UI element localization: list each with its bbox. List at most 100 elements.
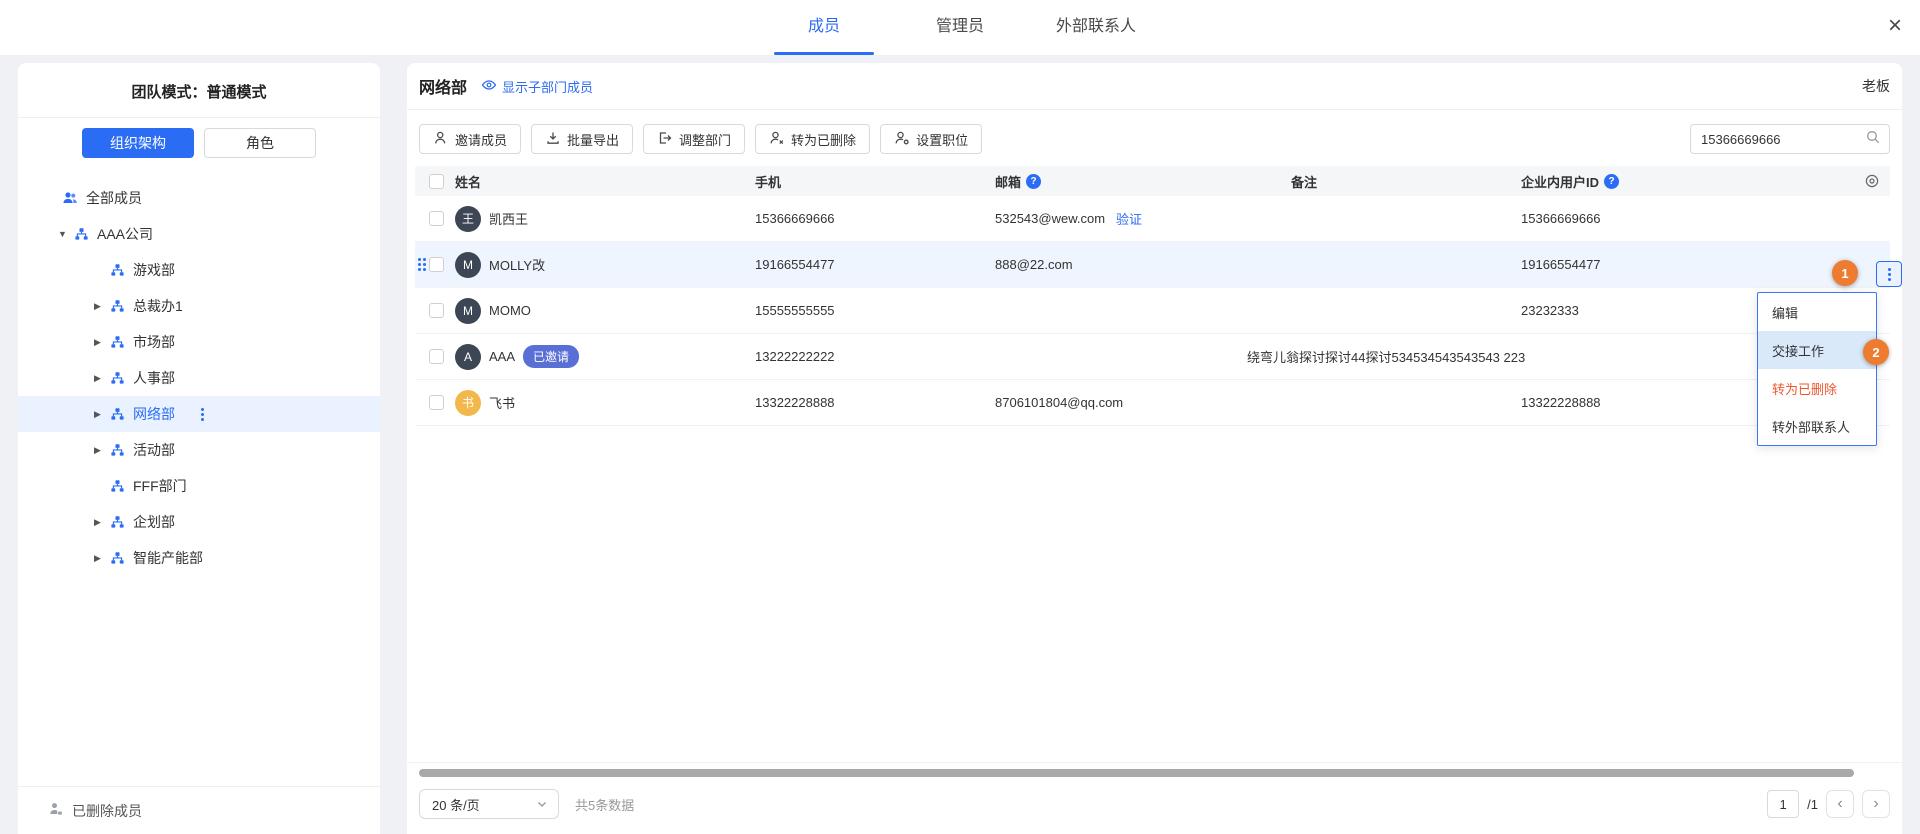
member-remark: 绕弯儿翁探讨探讨44探讨534534543543543 223 (1247, 347, 1517, 366)
show-sub-dept-toggle[interactable]: 显示子部门成员 (481, 77, 593, 96)
row-checkbox[interactable] (429, 211, 444, 226)
tree-node-planning-dept[interactable]: ▶ 企划部 (18, 504, 380, 540)
tab-members[interactable]: 成员 (774, 0, 874, 55)
move-to-deleted-button[interactable]: 转为已删除 (755, 124, 870, 154)
tree-node-game-dept[interactable]: 游戏部 (18, 252, 380, 288)
col-remark: 备注 (1247, 172, 1517, 191)
verify-link[interactable]: 验证 (1116, 209, 1142, 228)
more-options-icon[interactable] (201, 408, 204, 421)
caret-right-icon[interactable]: ▶ (94, 301, 110, 312)
select-all-checkbox[interactable] (429, 174, 444, 189)
sidebar-item-all-members[interactable]: 全部成员 (18, 180, 380, 216)
tree-node-activity-dept[interactable]: ▶ 活动部 (18, 432, 380, 468)
tree-label: FFF部门 (133, 476, 187, 496)
search-icon[interactable] (1865, 129, 1881, 150)
chevron-down-icon (536, 798, 548, 810)
table-row: 王 凯西王 15366669666 532543@wew.com 验证 1536… (415, 196, 1890, 242)
department-title: 网络部 (419, 74, 467, 98)
col-email-label: 邮箱 (995, 172, 1021, 191)
help-icon[interactable]: ? (1604, 174, 1619, 189)
member-name: MOMO (489, 303, 531, 318)
set-position-button[interactable]: 设置职位 (880, 124, 982, 154)
caret-right-icon[interactable]: ▶ (94, 409, 110, 420)
tree-node-aaa-company[interactable]: ▼ AAA公司 (18, 216, 380, 252)
help-icon[interactable]: ? (1026, 174, 1041, 189)
tab-external-contacts[interactable]: 外部联系人 (1046, 0, 1146, 55)
tree-label: 活动部 (133, 440, 175, 460)
team-mode-title: 团队模式：普通模式 (18, 63, 380, 118)
member-name: MOLLY改 (489, 255, 545, 274)
caret-right-icon[interactable]: ▶ (94, 337, 110, 348)
role-button[interactable]: 角色 (204, 128, 316, 158)
row-more-actions-button[interactable] (1876, 261, 1902, 287)
caret-right-icon[interactable]: ▶ (94, 553, 110, 564)
member-name: 飞书 (489, 393, 515, 412)
row-checkbox[interactable] (429, 349, 444, 364)
button-label: 设置职位 (916, 130, 968, 149)
prev-page-button[interactable]: ‹ (1826, 790, 1854, 818)
menu-item-move-to-deleted[interactable]: 转为已删除 (1758, 369, 1876, 407)
search-input[interactable] (1701, 132, 1865, 147)
member-search-box (1690, 124, 1890, 154)
tree-node-hr-dept[interactable]: ▶ 人事部 (18, 360, 380, 396)
tree-node-network-dept[interactable]: ▶ 网络部 (18, 396, 380, 432)
department-icon (110, 299, 125, 314)
page-size-select[interactable]: 20 条/页 (419, 789, 559, 819)
button-label: 邀请成员 (455, 130, 507, 149)
tree-label: 智能产能部 (133, 548, 203, 568)
menu-item-edit[interactable]: 编辑 (1758, 293, 1876, 331)
member-email-cell: 8706101804@qq.com (987, 395, 1247, 410)
horizontal-scrollbar[interactable] (419, 769, 1854, 777)
batch-export-button[interactable]: 批量导出 (531, 124, 633, 154)
department-icon (110, 443, 125, 458)
drag-handle-icon[interactable] (418, 258, 426, 271)
page-number-input[interactable] (1767, 790, 1799, 818)
department-icon (110, 263, 125, 278)
col-user-id-label: 企业内用户ID (1521, 172, 1599, 191)
deleted-members-entry[interactable]: 已删除成员 (18, 786, 380, 834)
tutorial-step-badge-1: 1 (1832, 260, 1858, 286)
avatar: M (455, 298, 481, 324)
tree-node-market-dept[interactable]: ▶ 市场部 (18, 324, 380, 360)
column-settings-icon[interactable] (1807, 173, 1890, 189)
next-page-button[interactable]: › (1862, 790, 1890, 818)
member-phone: 13322228888 (747, 395, 987, 410)
row-checkbox[interactable] (429, 395, 444, 410)
avatar: 王 (455, 206, 481, 232)
col-phone: 手机 (747, 172, 987, 191)
avatar: A (455, 344, 481, 370)
adjust-department-button[interactable]: 调整部门 (643, 124, 745, 154)
member-phone: 15555555555 (747, 303, 987, 318)
table-row: M MOLLY改 19166554477 888@22.com 19166554… (415, 242, 1890, 288)
invited-status-badge: 已邀请 (523, 345, 579, 368)
tree-node-fff-dept[interactable]: FFF部门 (18, 468, 380, 504)
tab-admins[interactable]: 管理员 (910, 0, 1010, 55)
caret-down-icon[interactable]: ▼ (58, 229, 74, 239)
tree-node-smart-capacity-dept[interactable]: ▶ 智能产能部 (18, 540, 380, 576)
caret-right-icon[interactable]: ▶ (94, 445, 110, 456)
org-tree: 全部成员 ▼ AAA公司 游戏部 ▶ 总裁办1 ▶ (18, 168, 380, 786)
department-icon (110, 335, 125, 350)
col-user-id: 企业内用户ID ? (1517, 172, 1807, 191)
members-panel: 网络部 显示子部门成员 老板 邀请成员 批量导出 调整部门 (407, 63, 1902, 834)
row-checkbox[interactable] (429, 257, 444, 272)
row-checkbox[interactable] (429, 303, 444, 318)
caret-right-icon[interactable]: ▶ (94, 517, 110, 528)
total-count-text: 共5条数据 (575, 795, 634, 814)
org-structure-button[interactable]: 组织架构 (82, 128, 194, 158)
table-header-row: 姓名 手机 邮箱 ? 备注 企业内用户ID ? (415, 166, 1890, 196)
page-size-value: 20 条/页 (432, 795, 480, 814)
boss-link[interactable]: 老板 (1862, 76, 1890, 96)
menu-item-handover-work[interactable]: 交接工作 (1758, 331, 1876, 369)
caret-right-icon[interactable]: ▶ (94, 373, 110, 384)
department-icon (110, 371, 125, 386)
menu-item-to-external-contact[interactable]: 转外部联系人 (1758, 407, 1876, 445)
member-name-cell: 书 飞书 (455, 390, 747, 416)
col-email: 邮箱 ? (987, 172, 1247, 191)
tree-node-president-office[interactable]: ▶ 总裁办1 (18, 288, 380, 324)
close-icon[interactable]: × (1888, 12, 1902, 40)
tree-label: 总裁办1 (133, 296, 183, 316)
tutorial-step-badge-2: 2 (1863, 339, 1889, 365)
invite-member-button[interactable]: 邀请成员 (419, 124, 521, 154)
pagination-bar: 20 条/页 共5条数据 /1 ‹ › (419, 789, 1890, 819)
